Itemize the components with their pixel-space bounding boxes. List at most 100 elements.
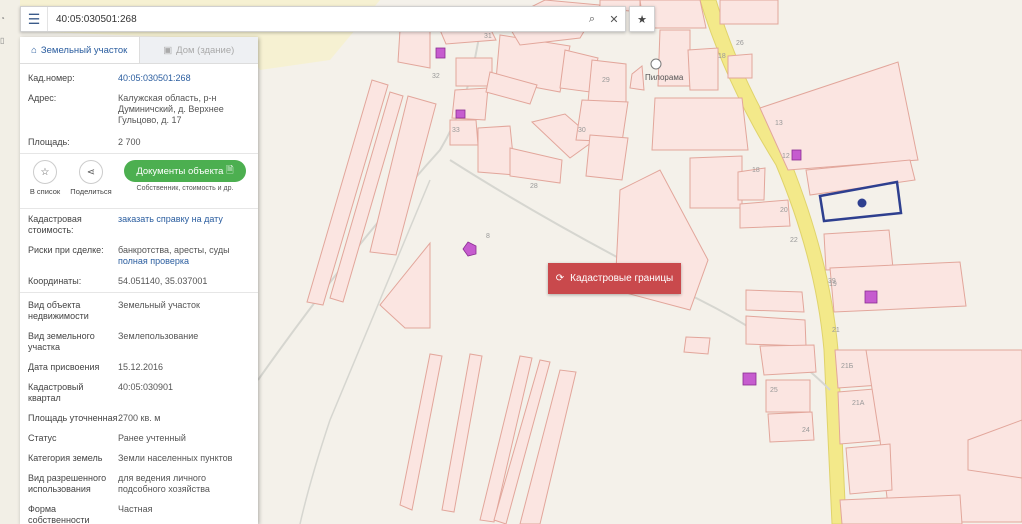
land-parcel[interactable] — [839, 494, 963, 524]
building-marker — [791, 149, 802, 161]
close-icon[interactable]: ✕ — [603, 7, 625, 31]
cost-label: Кадастровая стоимость: — [28, 214, 82, 235]
land-parcel[interactable] — [829, 261, 967, 313]
land-parcel[interactable] — [689, 155, 743, 209]
search-input[interactable] — [48, 8, 581, 30]
detail-value: для ведения личного подсобного хозяйства — [118, 473, 210, 494]
star-icon[interactable]: ★ — [629, 6, 655, 32]
menu-icon[interactable]: ☰ — [21, 7, 48, 31]
coords-value: 54.051140, 35.037001 — [118, 276, 208, 286]
share-button[interactable]: ⋖ Поделиться — [70, 160, 112, 196]
star-outline-icon: ☆ — [33, 160, 57, 184]
cadastral-number-value[interactable]: 40:05:030501:268 — [118, 73, 250, 84]
address-value: Калужская область, р-н Думиничский, д. В… — [118, 93, 224, 125]
parcel-number-label: 30 — [578, 127, 586, 134]
parcel-number-label: 24 — [802, 427, 810, 434]
land-parcel[interactable] — [759, 344, 817, 376]
detail-label: Площадь уточненная — [28, 413, 118, 423]
land-parcel[interactable] — [739, 199, 791, 229]
sawmill-icon[interactable] — [650, 58, 662, 70]
cost-link[interactable]: заказать справку на дату — [118, 214, 250, 236]
tab-land-plot[interactable]: ⌂ Земельный участок — [20, 37, 139, 63]
parcel-number-label: 18 — [752, 167, 760, 174]
land-parcel[interactable] — [651, 97, 749, 151]
detail-label: Форма собственности — [28, 504, 90, 524]
area-value: 2 700 — [118, 137, 141, 147]
land-parcel[interactable] — [823, 229, 894, 271]
detail-value: 40:05:030901 — [118, 382, 174, 392]
cost-row: Кадастровая стоимость: заказать справку … — [20, 211, 258, 239]
parcel-number-label: 26 — [736, 40, 744, 47]
parcel-number-label: 18 — [718, 53, 726, 60]
detail-label: Дата присвоения — [28, 362, 100, 372]
cadastral-borders-button[interactable]: ⟳ Кадастровые границы — [548, 263, 681, 294]
detail-row: Дата присвоения 15.12.2016 — [20, 357, 258, 377]
land-parcel[interactable] — [397, 29, 431, 69]
tab-label: Дом (здание) — [176, 44, 235, 56]
risks-label: Риски при сделке: — [28, 245, 104, 255]
coords-row: Координаты: 54.051140, 35.037001 — [20, 270, 258, 290]
land-parcel[interactable] — [745, 315, 807, 347]
tab-house[interactable]: ▣ Дом (здание) — [138, 37, 258, 63]
address-label: Адрес: — [28, 93, 57, 103]
panel-tabs: ⌂ Земельный участок ▣ Дом (здание) — [20, 37, 258, 64]
land-parcel[interactable] — [455, 57, 493, 87]
parcel-number-label: 19 — [829, 281, 837, 288]
cadastral-number-label: Кад.номер: — [28, 73, 75, 83]
land-parcel[interactable] — [687, 47, 719, 91]
detail-label: Категория земель — [28, 453, 103, 463]
refresh-icon: ⟳ — [555, 273, 565, 284]
detail-label: Статус — [28, 433, 57, 443]
edge-glyph: ◔ — [0, 14, 5, 23]
building-icon: ▣ — [163, 44, 173, 56]
parcel-number-label: 25 — [770, 387, 778, 394]
search-icon[interactable]: ⌕ — [581, 7, 603, 31]
detail-row: Вид земельного участка Землепользование — [20, 326, 258, 357]
detail-value: Земли населенных пунктов — [118, 453, 233, 463]
full-check-link[interactable]: полная проверка — [118, 256, 250, 267]
detail-label: Вид разрешенного использования — [28, 473, 107, 494]
parcel-number-label: 31 — [484, 33, 492, 40]
parcel-number-label: 32 — [432, 73, 440, 80]
add-to-list-label: В список — [29, 187, 61, 196]
documents-sub-label: Собственник, стоимость и др. — [136, 185, 234, 192]
detail-label: Вид объекта недвижимости — [28, 300, 89, 321]
detail-value: Частная — [118, 504, 153, 514]
address-row: Адрес: Калужская область, р-н Думиничски… — [20, 87, 258, 129]
building-marker — [742, 372, 757, 386]
land-parcel[interactable] — [719, 0, 779, 25]
detail-row: Площадь уточненная 2700 кв. м — [20, 408, 258, 428]
risks-row: Риски при сделке: банкротства, аресты, с… — [20, 239, 258, 270]
selected-parcel-marker[interactable] — [857, 198, 867, 208]
parcel-number-label: 28 — [530, 183, 538, 190]
detail-value: Землепользование — [118, 331, 199, 341]
land-parcel[interactable] — [683, 336, 711, 355]
land-parcel[interactable] — [765, 379, 811, 413]
detail-row: Форма собственности Частная — [20, 499, 258, 524]
risks-text: банкротства, аресты, суды — [118, 245, 230, 255]
cadastral-borders-label: Кадастровые границы — [570, 273, 674, 284]
detail-value: 15.12.2016 — [118, 362, 164, 372]
details-list: Вид объекта недвижимости Земельный участо… — [20, 295, 258, 524]
parcel-number-label: 22 — [790, 237, 798, 244]
document-icon: 🗎 — [226, 165, 234, 176]
land-parcel[interactable] — [585, 134, 629, 181]
parcel-icon: ⌂ — [31, 44, 37, 56]
detail-label: Вид земельного участка — [28, 331, 95, 352]
detail-value: Ранее учтенный — [118, 433, 186, 443]
add-to-list-button[interactable]: ☆ В список — [30, 160, 60, 196]
land-parcel[interactable] — [477, 125, 516, 176]
info-panel: ⌂ Земельный участок ▣ Дом (здание) Кад.н… — [20, 37, 258, 524]
land-parcel[interactable] — [745, 289, 805, 313]
building-marker — [455, 109, 466, 119]
area-label: Площадь: — [28, 137, 70, 147]
coords-label: Координаты: — [28, 276, 82, 286]
cadastral-number-row: Кад.номер: 40:05:030501:268 — [20, 70, 258, 87]
building-marker — [864, 290, 878, 304]
area-row: Площадь: 2 700 — [20, 129, 258, 151]
detail-value: 2700 кв. м — [118, 413, 161, 423]
documents-button[interactable]: Документы объекта 🗎 — [124, 160, 246, 182]
land-parcel[interactable] — [845, 443, 893, 495]
land-parcel[interactable] — [727, 53, 753, 79]
parcel-number-label: 13 — [775, 120, 783, 127]
